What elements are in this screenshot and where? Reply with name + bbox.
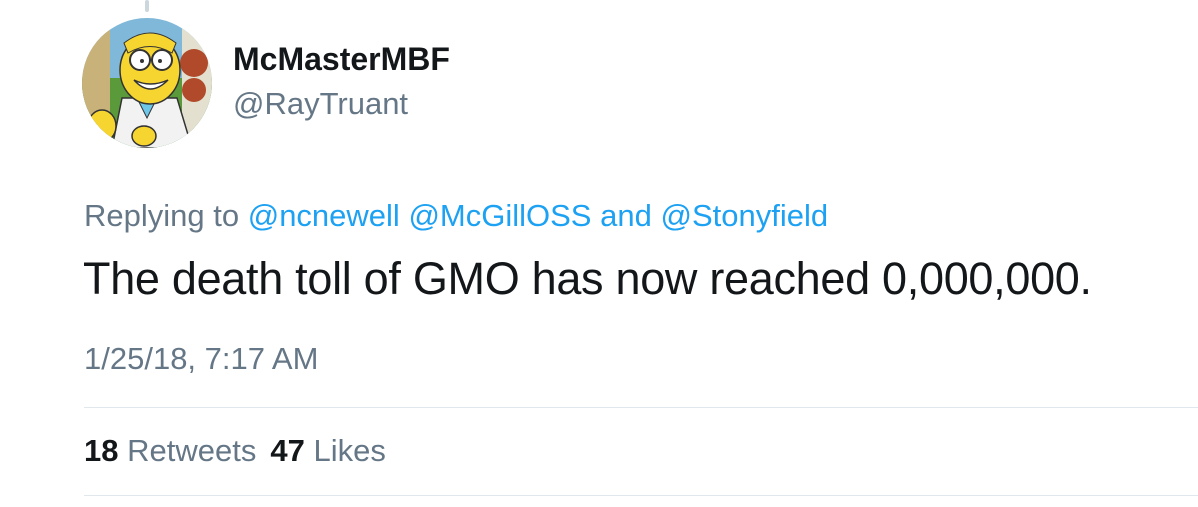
tweet-text: The death toll of GMO has now reached 0,…: [83, 253, 1092, 304]
retweets-label: Retweets: [127, 433, 257, 468]
stats-divider-bottom: [84, 495, 1198, 496]
author-handle[interactable]: @RayTruant: [233, 86, 408, 122]
cartoon-scientist-avatar-icon: [82, 18, 212, 148]
mention-link-ncnewell[interactable]: @ncnewell: [248, 198, 400, 233]
tweet-timestamp[interactable]: 1/25/18, 7:17 AM: [84, 341, 318, 377]
engagement-stats: 18 Retweets 47 Likes: [84, 433, 386, 469]
mention-link-mcgilloss[interactable]: @McGillOSS: [408, 198, 591, 233]
retweets-count: 18: [84, 433, 119, 468]
likes-label: Likes: [313, 433, 386, 468]
mention-link-stonyfield[interactable]: @Stonyfield: [660, 198, 828, 233]
replying-to-prefix: Replying to: [84, 198, 240, 233]
replying-to-line: Replying to @ncnewell @McGillOSS and @St…: [84, 198, 828, 234]
likes-stat[interactable]: 47 Likes: [270, 433, 385, 468]
thread-connector-line: [145, 0, 149, 12]
author-display-name[interactable]: McMasterMBF: [233, 41, 450, 78]
stats-divider-top: [84, 407, 1198, 408]
retweets-stat[interactable]: 18 Retweets: [84, 433, 256, 468]
likes-count: 47: [270, 433, 305, 468]
avatar[interactable]: [82, 18, 212, 148]
replying-to-conjunction[interactable]: and: [600, 198, 652, 233]
